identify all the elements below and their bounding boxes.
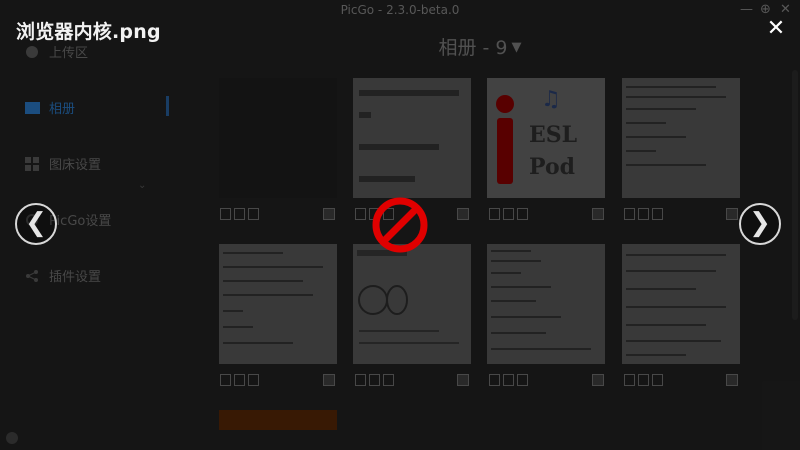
image-filename: 浏览器内核.png (16, 21, 161, 43)
not-allowed-icon (372, 197, 428, 253)
image-viewer-overlay: 浏览器内核.png ✕ ❮ ❯ (0, 0, 800, 450)
next-image-button[interactable]: ❯ (739, 203, 781, 245)
close-viewer-button[interactable]: ✕ (764, 15, 788, 43)
prev-image-button[interactable]: ❮ (15, 203, 57, 245)
